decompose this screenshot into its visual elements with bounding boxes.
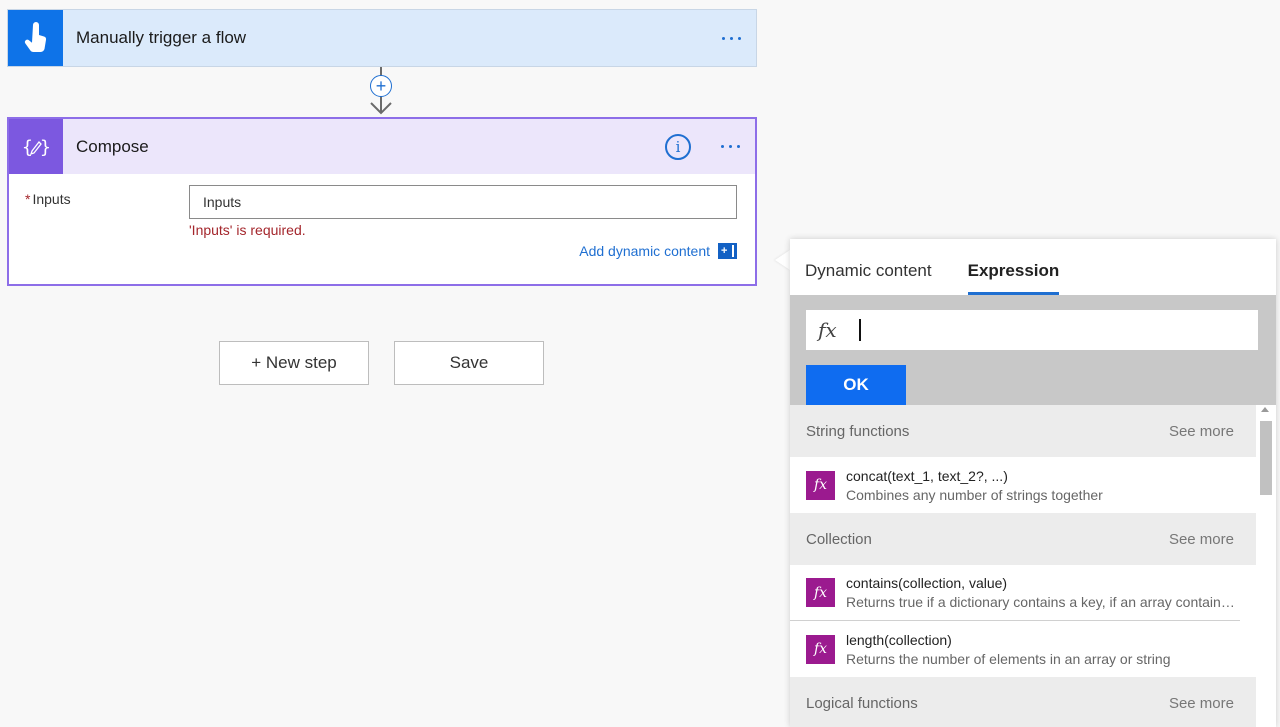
add-dynamic-content-link[interactable]: Add dynamic content + [579,243,737,259]
text-caret [858,319,861,341]
function-list: String functions See more fx concat(text… [790,405,1256,727]
compose-card: { } Compose i * Inputs Inputs 'Inputs' is… [7,117,757,286]
insert-step-button[interactable]: + [370,75,392,97]
section-title: String functions [806,422,910,440]
section-header-logical-functions: Logical functions See more [790,677,1256,727]
see-more-link[interactable]: See more [1169,423,1234,440]
function-description: Returns the number of elements in an arr… [846,650,1171,667]
function-list-scrollbar[interactable] [1256,405,1276,727]
function-name: concat(text_1, text_2?, ...) [846,467,1008,484]
tab-dynamic-content[interactable]: Dynamic content [805,261,932,295]
trigger-card[interactable]: Manually trigger a flow [7,9,757,67]
inputs-placeholder: Inputs [203,194,242,210]
function-item-length[interactable]: fx length(collection) Returns the number… [790,621,1256,677]
inputs-label-text: Inputs [32,191,71,207]
fx-function-icon: fx [806,634,835,664]
scroll-up-arrow-icon[interactable] [1261,407,1269,412]
fx-function-icon: fx [806,578,835,607]
function-name: contains(collection, value) [846,575,1008,591]
fx-function-icon: fx [806,470,835,500]
new-step-button[interactable]: + New step [219,341,369,385]
compose-more-icon[interactable] [721,139,740,154]
svg-text:}: } [40,137,51,158]
info-icon[interactable]: i [665,133,691,160]
tab-expression[interactable]: Expression [967,261,1060,295]
function-item-concat[interactable]: fx concat(text_1, text_2?, ...) Combines… [790,457,1256,513]
section-header-collection: Collection See more [790,513,1256,565]
scroll-thumb[interactable] [1260,421,1272,495]
expression-input[interactable]: fx [806,310,1258,350]
function-item-contains[interactable]: fx contains(collection, value) Returns t… [790,565,1240,621]
add-dynamic-content-icon: + [718,243,737,259]
expression-area: fx OK [790,295,1276,405]
down-arrow-icon [370,102,392,115]
panel-tabs: Dynamic content Expression [790,239,1276,295]
dynamic-content-panel: Dynamic content Expression fx OK String … [790,239,1276,727]
section-header-string-functions: String functions See more [790,405,1256,457]
function-description: Returns true if a dictionary contains a … [846,594,1240,610]
compose-title: Compose [76,136,149,156]
add-dynamic-content-label: Add dynamic content [579,243,710,259]
compose-body: * Inputs Inputs 'Inputs' is required. Add… [9,174,755,284]
required-marker: * [25,191,31,207]
inputs-error: 'Inputs' is required. [189,222,306,238]
svg-text:{: { [22,137,33,158]
save-button[interactable]: Save [394,341,544,385]
inputs-field[interactable]: Inputs [189,185,737,219]
ok-button[interactable]: OK [806,365,906,405]
see-more-link[interactable]: See more [1169,531,1234,548]
inputs-label: * Inputs [25,191,71,207]
trigger-title: Manually trigger a flow [76,28,247,47]
trigger-more-icon[interactable] [722,31,741,46]
fx-icon: fx [818,318,837,342]
compose-header[interactable]: { } Compose i [9,119,755,174]
touch-hand-icon [8,10,63,66]
function-description: Combines any number of strings together [846,486,1103,503]
section-title: Collection [806,530,872,548]
see-more-link[interactable]: See more [1169,695,1234,712]
panel-pointer [775,250,790,270]
section-title: Logical functions [806,694,918,712]
function-name: length(collection) [846,631,952,648]
compose-braces-icon: { } [9,119,63,174]
